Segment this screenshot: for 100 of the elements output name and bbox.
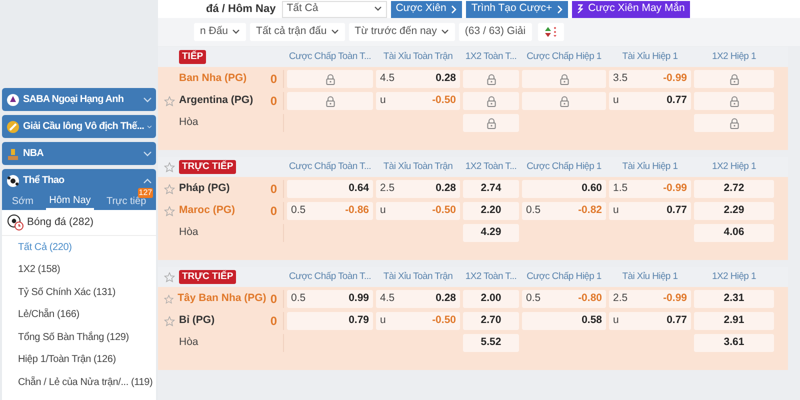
odds-cell[interactable]: u -0.50	[376, 202, 460, 220]
odds-cell[interactable]: 4.06	[694, 224, 774, 242]
league-item[interactable]: Giải Cầu lông Vô địch Thế...	[2, 115, 156, 138]
draw-label: Hòa	[179, 335, 198, 350]
star-icon[interactable]	[164, 294, 174, 304]
odds-cell[interactable]: 0.5 -0.80	[522, 290, 606, 308]
bet-button[interactable]: Trình Tạo Cược+	[466, 0, 568, 18]
lock-icon	[560, 74, 568, 84]
odds-cell[interactable]: 4.5 0.28	[376, 70, 460, 88]
star-icon[interactable]	[164, 96, 175, 106]
caret-icon	[374, 6, 382, 12]
bet-button[interactable]: Cược Xiên May Mắn	[572, 0, 690, 18]
sport-icon	[6, 120, 20, 134]
market-item[interactable]: Chẵn / Lẻ của Nửa trận/... (119)	[2, 371, 156, 394]
draw-label: Hòa	[179, 225, 198, 240]
odds-cell[interactable]: 1.5 -0.99	[609, 180, 691, 198]
odds-cell[interactable]: 0.60	[522, 180, 606, 198]
score: 0	[270, 71, 277, 88]
odds-cell[interactable]: 0.79	[287, 312, 373, 330]
market-item[interactable]: Lẻ/Chẵn (166)	[2, 304, 156, 326]
live-badge: TIẾP	[179, 50, 206, 64]
odds-cell[interactable]: 0.5 -0.82	[522, 202, 606, 220]
football-icon	[7, 214, 24, 231]
filter-dropdown[interactable]: Tất cả trận đấu	[250, 23, 345, 41]
column-header: 1X2 Toàn T...	[465, 160, 517, 174]
odds-cell[interactable]: u 0.77	[609, 92, 691, 110]
odds-cell[interactable]: 0.58	[522, 312, 606, 330]
odds-cell[interactable]: u -0.50	[376, 312, 460, 330]
star-icon[interactable]	[164, 272, 175, 282]
lock-icon	[730, 96, 738, 106]
odds-cell[interactable]: 2.29	[694, 202, 774, 220]
column-header: Cược Chấp Hiệp 1	[526, 50, 602, 64]
column-header: Tài Xỉu Toàn Trận	[383, 160, 453, 174]
lightning-icon	[577, 4, 584, 14]
odds-cell[interactable]: 2.91	[694, 312, 774, 330]
market-item[interactable]: Tổng Số Bàn Thắng (129)	[2, 326, 156, 348]
lock-icon	[730, 118, 738, 128]
column-header: Cược Chấp Toàn T...	[288, 160, 372, 174]
caret-icon	[440, 29, 449, 35]
odds-cell[interactable]: 5.52	[463, 334, 519, 352]
odds-cell[interactable]: 2.00	[463, 290, 519, 308]
market-item[interactable]: 1X2 (158)	[2, 258, 156, 281]
market-item[interactable]: Hiệp 1/Toàn Trận (126)	[2, 348, 156, 371]
odds-cell[interactable]: u 0.77	[609, 312, 691, 330]
odds-cell[interactable]: 4.29	[463, 224, 519, 242]
league-item[interactable]: NBA	[2, 142, 156, 165]
odds-cell[interactable]: u 0.77	[609, 202, 691, 220]
sport-label[interactable]: Bóng đá (282)	[27, 214, 94, 230]
odds-cell[interactable]: 0.5 -0.86	[287, 202, 373, 220]
team-name: Argentina (PG)	[179, 93, 254, 108]
team-name: Tây Ban Nha (PG)	[178, 291, 266, 306]
live-badge: TRỰC TIẾP	[179, 270, 236, 284]
odds-cell[interactable]: 0.5 0.99	[287, 290, 373, 308]
chevron-down-icon	[143, 96, 152, 102]
live-badge: TRỰC TIẾP	[179, 160, 236, 174]
column-header: Cược Chấp Hiệp 1	[526, 270, 602, 284]
sport-tab[interactable]: Hôm Nay	[46, 192, 94, 210]
odds-cell[interactable]: 3.5 -0.99	[609, 70, 691, 88]
lock-icon	[486, 118, 496, 128]
league-filter[interactable]: (63 / 63) Giải	[458, 23, 532, 41]
column-header: Tài Xỉu Toàn Trận	[383, 270, 453, 284]
star-icon[interactable]	[164, 184, 175, 194]
filter-dropdown[interactable]: n Đấu	[194, 23, 246, 41]
lock-icon	[326, 74, 334, 84]
market-item[interactable]: Tất Cả (220)	[2, 236, 156, 258]
odds-cell[interactable]: 2.31	[694, 290, 774, 308]
lock-icon	[486, 96, 496, 106]
score: 0	[270, 93, 277, 110]
odds-cell[interactable]: 4.5 0.28	[376, 290, 460, 308]
league-item[interactable]: SABA Ngoại Hạng Anh	[2, 88, 156, 111]
odds-cell[interactable]: 2.74	[463, 180, 519, 198]
score: 0	[270, 203, 277, 220]
odds-cell[interactable]: 2.70	[463, 312, 519, 330]
column-header: 1X2 Hiệp 1	[712, 160, 756, 174]
sort-button[interactable]	[538, 23, 564, 41]
chevron-down-icon	[147, 124, 152, 130]
star-icon[interactable]	[164, 206, 175, 216]
star-icon[interactable]	[164, 162, 175, 172]
breadcrumb[interactable]: đá / Hôm Nay	[206, 0, 276, 18]
team-name: Pháp (PG)	[179, 181, 231, 196]
odds-cell[interactable]: 2.5 0.28	[376, 180, 460, 198]
market-dropdown[interactable]: Tất Cả	[282, 0, 387, 18]
count-badge: 127	[138, 188, 154, 198]
odds-cell[interactable]: 3.61	[694, 334, 774, 352]
sport-icon	[6, 174, 20, 188]
score: 0	[270, 313, 277, 330]
star-icon[interactable]	[164, 316, 175, 326]
column-header: Cược Chấp Toàn T...	[288, 50, 372, 64]
filter-dropdown[interactable]: Từ trước đến nay	[348, 23, 455, 41]
odds-cell[interactable]: 0.64	[287, 180, 373, 198]
column-header: Tài Xỉu Hiệp 1	[622, 160, 678, 174]
odds-cell[interactable]: u -0.50	[376, 92, 460, 110]
odds-cell[interactable]: 2.72	[694, 180, 774, 198]
chevron-icon	[557, 4, 564, 14]
score: 0	[270, 181, 277, 198]
sport-icon	[6, 92, 20, 106]
market-item[interactable]: Tỷ Số Chính Xác (131)	[2, 281, 156, 304]
bet-button[interactable]: Cược Xiên	[390, 0, 462, 18]
odds-cell[interactable]: 2.5 -0.99	[609, 290, 691, 308]
odds-cell[interactable]: 2.20	[463, 202, 519, 220]
